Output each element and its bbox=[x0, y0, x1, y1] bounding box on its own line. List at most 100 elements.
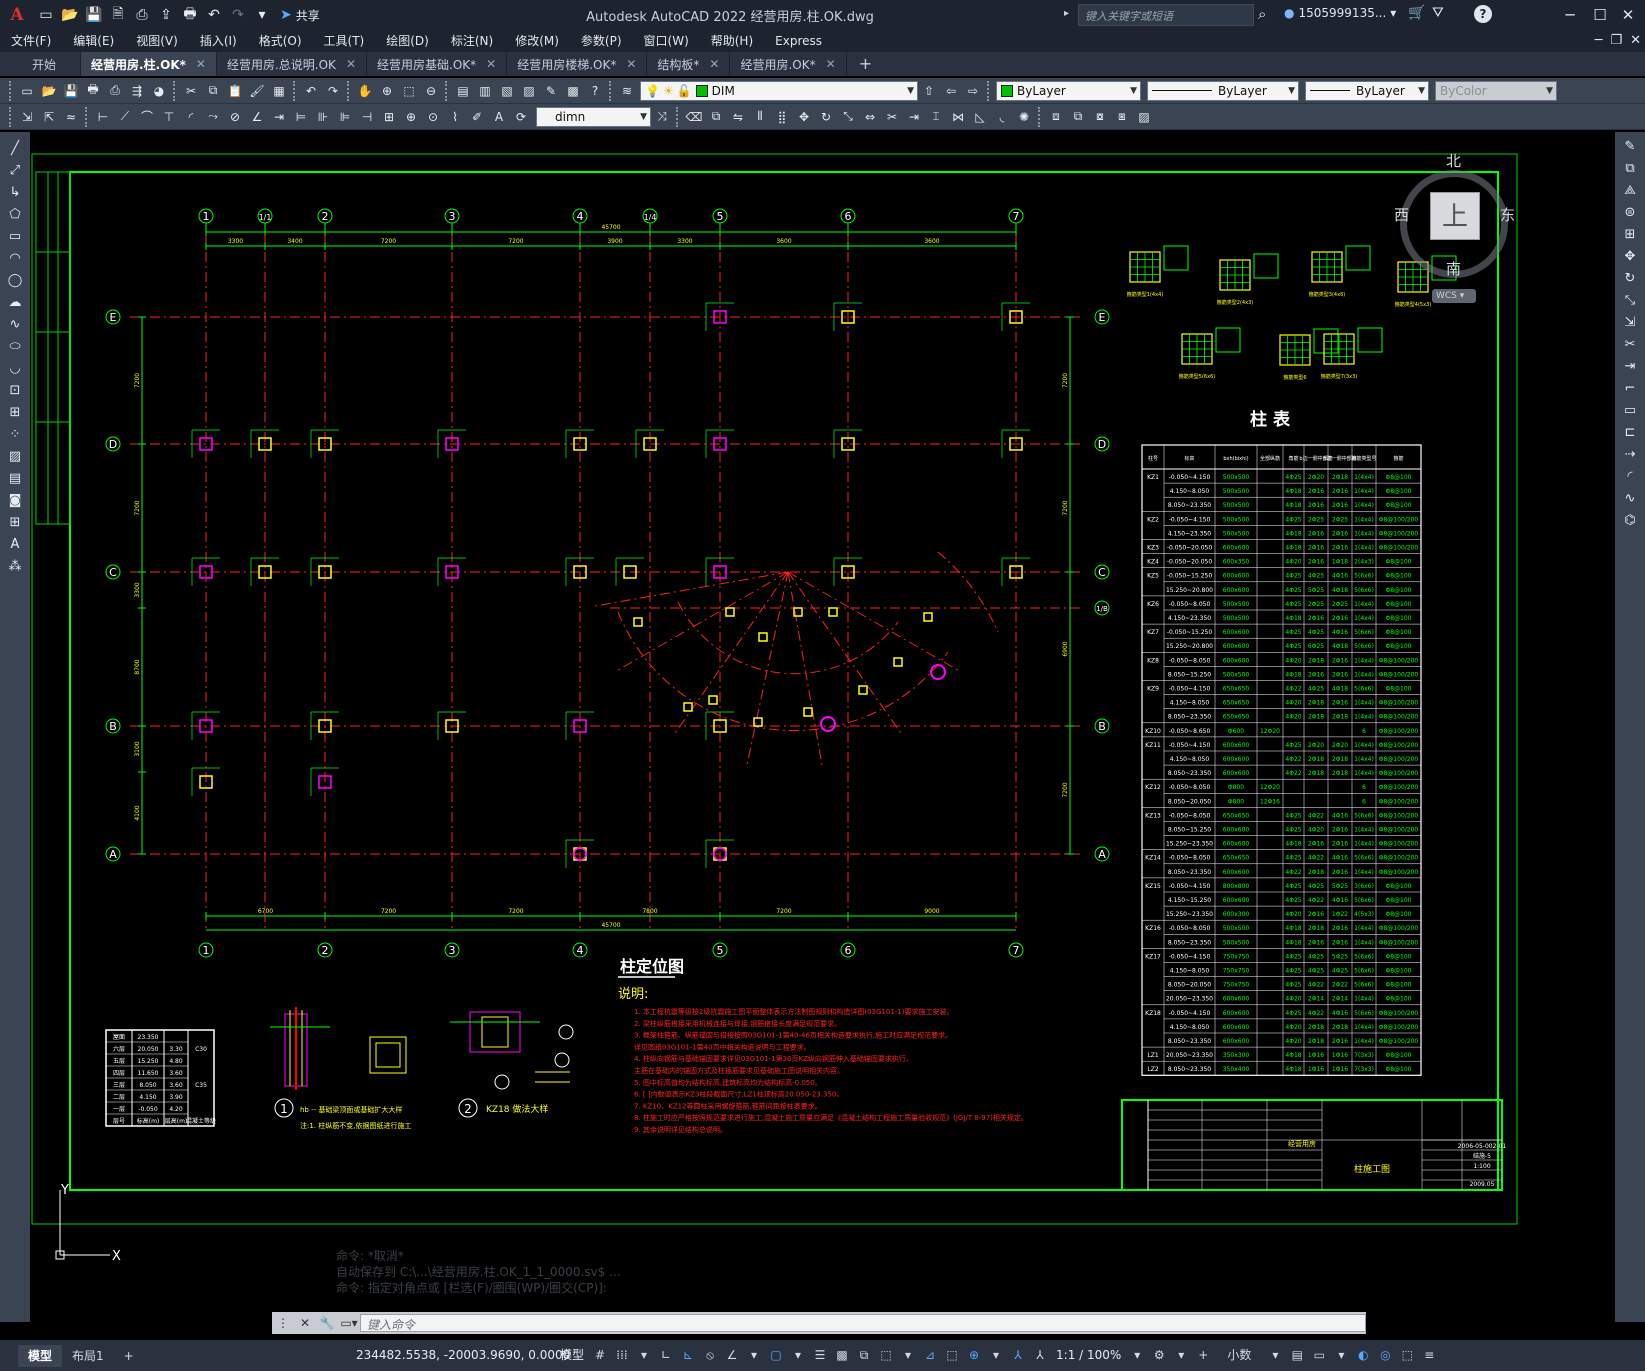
dim-text-edit-icon[interactable]: A bbox=[489, 107, 509, 127]
dim-edit-icon[interactable]: ✐ bbox=[467, 107, 487, 127]
ordinate-dim-icon[interactable]: ⊤ bbox=[159, 107, 179, 127]
autocad-logo-icon[interactable]: A bbox=[0, 0, 34, 30]
user-account[interactable]: ● 1505999135... ▾ bbox=[1284, 6, 1396, 20]
compass-east[interactable]: 东 bbox=[1500, 204, 1515, 225]
match-properties-icon[interactable]: 🖌 bbox=[247, 81, 267, 101]
tab-foundation[interactable]: 经营用房基础.OK* ✕ bbox=[367, 52, 508, 76]
cursor-coordinates[interactable]: 234482.5538, -20003.9690, 0.0000 bbox=[356, 1348, 570, 1362]
save-as-icon[interactable]: 🗎 bbox=[107, 4, 129, 26]
zoom-realtime-icon[interactable]: ⊕ bbox=[377, 81, 397, 101]
clean-screen-icon[interactable]: ⬚ bbox=[1397, 1344, 1417, 1366]
erase-icon[interactable]: ✎ bbox=[1619, 136, 1641, 158]
mirror-icon[interactable]: ⟁ bbox=[1619, 180, 1641, 202]
undo-icon[interactable]: ↶ bbox=[203, 4, 225, 26]
fillet-icon[interactable]: ◜ bbox=[1619, 466, 1641, 488]
menu-tools[interactable]: 工具(T) bbox=[313, 30, 376, 52]
chevron-down-icon[interactable]: ▾ bbox=[1265, 1344, 1285, 1366]
quick-properties-icon[interactable]: ▤ bbox=[1287, 1344, 1307, 1366]
toolbar-grip[interactable] bbox=[9, 80, 13, 101]
explode-icon[interactable]: ⌬ bbox=[1619, 510, 1641, 532]
annotation-visibility-icon[interactable]: ⅄ bbox=[1008, 1344, 1028, 1366]
compass-north[interactable]: 北 bbox=[1446, 150, 1461, 171]
toolbar-grip[interactable] bbox=[85, 106, 89, 127]
angular-dim-icon[interactable]: ∠ bbox=[247, 107, 267, 127]
toolbar-grip[interactable] bbox=[293, 80, 297, 101]
plot-icon[interactable]: 🖶 bbox=[83, 81, 103, 101]
dim-update-icon[interactable]: ⟳ bbox=[511, 107, 531, 127]
menu-modify[interactable]: 修改(M) bbox=[504, 30, 570, 52]
toolbar-grip[interactable] bbox=[445, 80, 449, 101]
trim-icon[interactable]: ✂ bbox=[1619, 334, 1641, 356]
tolerance-icon[interactable]: ⊞ bbox=[379, 107, 399, 127]
chevron-down-icon[interactable]: ▾ bbox=[1331, 1344, 1351, 1366]
redo-icon[interactable]: ↷ bbox=[323, 81, 343, 101]
arc-length-icon[interactable]: ⌒ bbox=[137, 107, 157, 127]
toolbar-grip[interactable] bbox=[173, 80, 177, 101]
save-icon[interactable]: 💾 bbox=[83, 4, 105, 26]
trim-icon[interactable]: ✂ bbox=[882, 107, 902, 127]
gradient-icon[interactable]: ▤ bbox=[4, 468, 26, 490]
customize-qa-icon[interactable]: ▾ bbox=[251, 4, 273, 26]
3d-osnap-icon[interactable]: ⬚ bbox=[876, 1344, 896, 1366]
extend-icon[interactable]: ⇥ bbox=[1619, 356, 1641, 378]
scale-icon[interactable]: ⤡ bbox=[1619, 290, 1641, 312]
dim-space-icon[interactable]: ⊫ bbox=[335, 107, 355, 127]
polyline-icon[interactable]: ↳ bbox=[4, 182, 26, 204]
hardware-accel-icon[interactable]: ◎ bbox=[1375, 1344, 1395, 1366]
selection-filter-icon[interactable]: ⬚ bbox=[942, 1344, 962, 1366]
undo-icon[interactable]: ↶ bbox=[301, 81, 321, 101]
doc-minimize-icon[interactable]: ─ bbox=[1595, 30, 1603, 52]
search-expand-icon[interactable]: ▸ bbox=[1064, 8, 1069, 19]
object-snap-tracking-icon[interactable]: ∠ bbox=[722, 1344, 742, 1366]
blend-curves-icon[interactable]: ∿ bbox=[1619, 488, 1641, 510]
spline-icon[interactable]: ∿ bbox=[4, 314, 26, 336]
bring-front-icon[interactable]: ⧉ bbox=[1068, 107, 1088, 127]
tab-close-icon[interactable]: ✕ bbox=[826, 57, 836, 71]
linear-dim-icon[interactable]: ⊢ bbox=[93, 107, 113, 127]
move-icon[interactable]: ✥ bbox=[794, 107, 814, 127]
toolbar-grip[interactable] bbox=[1038, 106, 1042, 127]
toolbar-grip[interactable] bbox=[676, 106, 680, 127]
tab-close-icon[interactable]: ✕ bbox=[196, 57, 206, 71]
tab-general-notes[interactable]: 经营用房.总说明.OK ✕ bbox=[217, 52, 367, 76]
cut-icon[interactable]: ✂ bbox=[181, 81, 201, 101]
multiline-text-icon[interactable]: A bbox=[4, 534, 26, 556]
stretch-icon[interactable]: ⇲ bbox=[1619, 312, 1641, 334]
baseline-dim-icon[interactable]: ⊨ bbox=[291, 107, 311, 127]
tab-building[interactable]: 经营用房.OK* ✕ bbox=[730, 52, 847, 76]
tool-palettes-icon[interactable]: ▧ bbox=[497, 81, 517, 101]
menu-edit[interactable]: 编辑(E) bbox=[62, 30, 125, 52]
layer-state-icon[interactable]: ⇨ bbox=[963, 81, 983, 101]
layer-properties-icon[interactable]: ≋ bbox=[617, 81, 637, 101]
pan-icon[interactable]: ✋ bbox=[355, 81, 375, 101]
chevron-down-icon[interactable]: ▾ bbox=[744, 1344, 764, 1366]
transparency-icon[interactable]: ▩ bbox=[832, 1344, 852, 1366]
layer-previous-icon[interactable]: ⇦ bbox=[941, 81, 961, 101]
circle-icon[interactable]: ◯ bbox=[4, 270, 26, 292]
gizmo-icon[interactable]: ⊕ bbox=[964, 1344, 984, 1366]
tab-stairs[interactable]: 经营用房楼梯.OK* ✕ bbox=[507, 52, 648, 76]
aligned-dim-icon[interactable]: ⟋ bbox=[115, 107, 135, 127]
rectangle-icon[interactable]: ▭ bbox=[4, 226, 26, 248]
publish-icon[interactable]: ⇶ bbox=[127, 81, 147, 101]
doc-restore-icon[interactable]: ❐ bbox=[1610, 30, 1622, 52]
units-label[interactable]: 小数 bbox=[1215, 1344, 1263, 1366]
copy-icon[interactable]: ⧉ bbox=[203, 81, 223, 101]
join-icon[interactable]: ⊏ bbox=[1619, 422, 1641, 444]
compass-west[interactable]: 西 bbox=[1394, 204, 1409, 225]
radius-dim-icon[interactable]: ◜ bbox=[181, 107, 201, 127]
recent-commands-icon[interactable]: ▭▾ bbox=[338, 1312, 360, 1334]
sun-icon[interactable]: ☀ bbox=[663, 84, 674, 98]
revision-cloud-icon[interactable]: ☁ bbox=[4, 292, 26, 314]
send-back-icon[interactable]: ⧇ bbox=[1090, 107, 1110, 127]
lineweight-icon[interactable]: ☰ bbox=[810, 1344, 830, 1366]
copy-object-icon[interactable]: ⧉ bbox=[706, 107, 726, 127]
erase-icon[interactable]: ⌫ bbox=[684, 107, 704, 127]
toolbar-grip[interactable] bbox=[609, 80, 613, 101]
viewcube-top-face[interactable]: 上 bbox=[1430, 192, 1480, 240]
render-icon[interactable]: ◕ bbox=[149, 81, 169, 101]
lineweight-dropdown[interactable]: ByLayer ▼ bbox=[1305, 80, 1429, 101]
hatch-back-icon[interactable]: ▨ bbox=[1134, 107, 1154, 127]
menu-insert[interactable]: 插入(I) bbox=[189, 30, 248, 52]
zoom-window-icon[interactable]: ⬚ bbox=[399, 81, 419, 101]
